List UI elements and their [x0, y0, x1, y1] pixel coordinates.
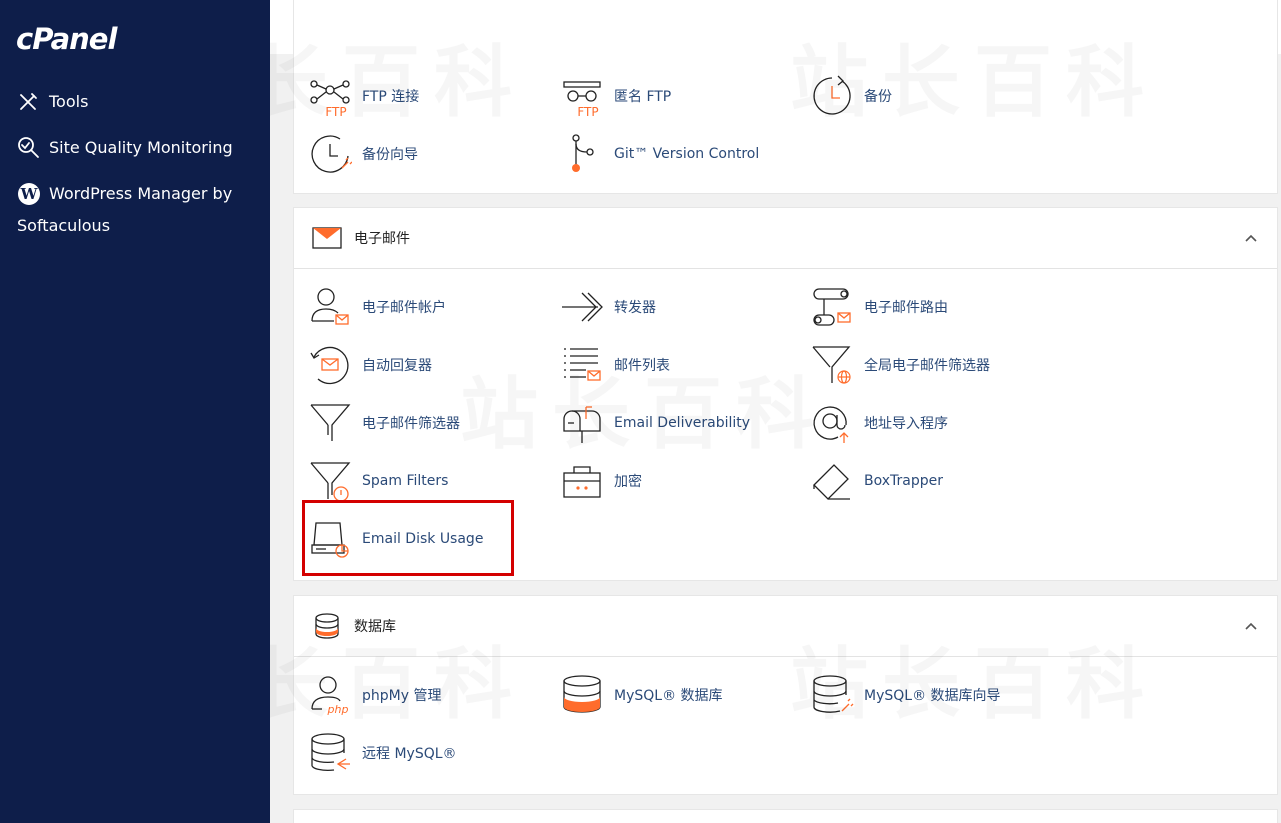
autoresponders-icon	[308, 343, 352, 387]
backup-wizard-item[interactable]: 备份向导	[308, 130, 418, 178]
forwarders-item[interactable]: 转发器	[560, 283, 656, 331]
item-label: 匿名 FTP	[614, 89, 672, 105]
main-content[interactable]: FTP FTP 连接 FTP 匿名 FTP 备份 备份向导 Git™ Versi…	[270, 0, 1281, 823]
backup-icon	[810, 74, 854, 118]
boxtrapper-icon	[810, 459, 854, 503]
mailbox-icon	[560, 401, 604, 445]
cpanel-logo[interactable]: cPanel	[16, 22, 117, 56]
forwarders-icon	[560, 285, 604, 329]
chevron-up-icon[interactable]	[1243, 618, 1259, 634]
item-label: 邮件列表	[614, 358, 670, 374]
chevron-up-icon[interactable]	[1243, 230, 1259, 246]
item-label: FTP 连接	[362, 89, 420, 105]
email-routing-item[interactable]: 电子邮件路由	[810, 283, 948, 331]
item-label: 地址导入程序	[864, 416, 948, 432]
item-label: 转发器	[614, 300, 656, 316]
wordpress-icon: W	[17, 178, 41, 210]
item-label: 加密	[614, 474, 642, 490]
sidebar-item-wordpress-manager[interactable]: W WordPress Manager by Softaculous	[17, 178, 257, 242]
item-label: 自动回复器	[362, 358, 432, 374]
sidebar-item-label: Tools	[49, 92, 89, 111]
spam-filters-icon	[308, 459, 352, 503]
mysql-database-wizard-item[interactable]: MySQL® 数据库向导	[810, 671, 1001, 719]
email-accounts-icon	[308, 285, 352, 329]
item-label: 电子邮件路由	[864, 300, 948, 316]
item-label: BoxTrapper	[864, 473, 943, 489]
email-filters-icon	[308, 401, 352, 445]
ftp-connections-icon: FTP	[308, 74, 352, 118]
highlight-box	[302, 500, 514, 576]
git-icon	[560, 132, 604, 176]
item-label: MySQL® 数据库向导	[864, 688, 1001, 704]
item-label: Spam Filters	[362, 473, 449, 489]
item-label: 备份向导	[362, 147, 418, 163]
sidebar-item-label: Site Quality Monitoring	[49, 138, 233, 157]
address-importer-icon	[810, 401, 854, 445]
item-label: 远程 MySQL®	[362, 746, 457, 762]
global-filters-icon	[810, 343, 854, 387]
email-routing-icon	[810, 285, 854, 329]
files-panel: FTP FTP 连接 FTP 匿名 FTP 备份 备份向导 Git™ Versi…	[294, 0, 1277, 193]
database-panel-header[interactable]: 数据库	[294, 596, 1277, 657]
item-label: Email Deliverability	[614, 415, 751, 431]
sidebar: cPanel Tools Site Quality Monitoring W W…	[0, 0, 270, 823]
sidebar-item-site-quality-monitoring[interactable]: Site Quality Monitoring	[17, 132, 257, 164]
envelope-icon	[310, 224, 344, 252]
phpmyadmin-icon: php	[308, 673, 352, 717]
svg-text:FTP: FTP	[577, 105, 598, 118]
item-label: phpMy 管理	[362, 688, 442, 704]
autoresponders-item[interactable]: 自动回复器	[308, 341, 432, 389]
mysql-databases-icon	[560, 673, 604, 717]
email-accounts-item[interactable]: 电子邮件帐户	[308, 283, 446, 331]
email-deliverability-item[interactable]: Email Deliverability	[560, 399, 750, 447]
anonymous-ftp-item[interactable]: FTP 匿名 FTP	[560, 72, 671, 120]
svg-text:W: W	[20, 185, 39, 203]
tools-icon	[17, 86, 41, 118]
svg-text:FTP: FTP	[325, 105, 346, 118]
anonymous-ftp-icon: FTP	[560, 74, 604, 118]
ftp-connections-item[interactable]: FTP FTP 连接	[308, 72, 419, 120]
sidebar-item-tools[interactable]: Tools	[17, 86, 257, 118]
mailing-lists-icon	[560, 343, 604, 387]
svg-text:php: php	[327, 703, 349, 716]
mailing-lists-item[interactable]: 邮件列表	[560, 341, 670, 389]
spam-filters-item[interactable]: Spam Filters	[308, 457, 448, 505]
backup-wizard-icon	[308, 132, 352, 176]
magnifier-icon	[17, 132, 41, 164]
item-label: 电子邮件帐户	[362, 300, 446, 316]
item-label: MySQL® 数据库	[614, 688, 723, 704]
remote-mysql-item[interactable]: 远程 MySQL®	[308, 729, 457, 777]
global-email-filters-item[interactable]: 全局电子邮件筛选器	[810, 341, 990, 389]
encryption-icon	[560, 459, 604, 503]
sidebar-item-label-line2: Softaculous	[17, 216, 111, 235]
phpmyadmin-item[interactable]: php phpMy 管理	[308, 671, 441, 719]
item-label: Git™ Version Control	[614, 146, 760, 162]
item-label: 备份	[864, 89, 892, 105]
git-version-control-item[interactable]: Git™ Version Control	[560, 130, 759, 178]
backup-item[interactable]: 备份	[810, 72, 892, 120]
item-label: 全局电子邮件筛选器	[864, 358, 990, 374]
email-filters-item[interactable]: 电子邮件筛选器	[308, 399, 460, 447]
sidebar-nav: Tools Site Quality Monitoring W WordPres…	[17, 86, 257, 256]
panel-title: 数据库	[354, 619, 396, 635]
address-importer-item[interactable]: 地址导入程序	[810, 399, 948, 447]
sidebar-item-label: WordPress Manager by	[49, 184, 233, 203]
mysql-wizard-icon	[810, 673, 854, 717]
encryption-item[interactable]: 加密	[560, 457, 642, 505]
remote-mysql-icon	[308, 731, 352, 775]
item-label: 电子邮件筛选器	[362, 416, 460, 432]
next-panel	[294, 810, 1277, 823]
database-icon	[310, 612, 344, 640]
email-panel-header[interactable]: 电子邮件	[294, 208, 1277, 269]
panel-title: 电子邮件	[354, 231, 410, 247]
boxtrapper-item[interactable]: BoxTrapper	[810, 457, 943, 505]
database-panel: 数据库 php phpMy 管理 MySQL® 数据库 MySQL® 数据库向导…	[294, 596, 1277, 794]
mysql-databases-item[interactable]: MySQL® 数据库	[560, 671, 723, 719]
